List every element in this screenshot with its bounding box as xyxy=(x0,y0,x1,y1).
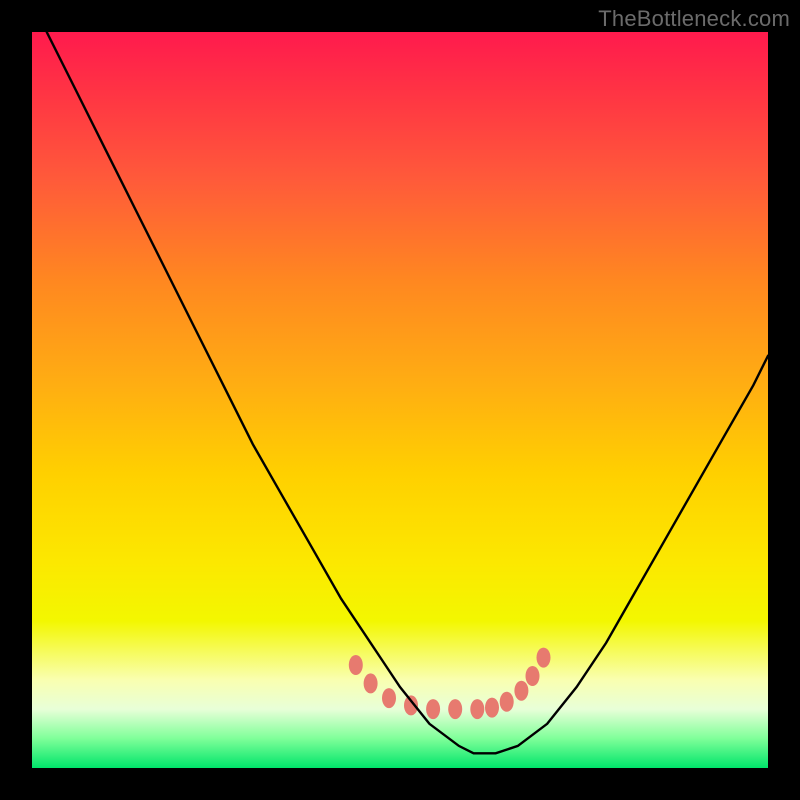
bottleneck-marker xyxy=(514,681,528,701)
bottleneck-marker xyxy=(500,692,514,712)
bottleneck-marker xyxy=(382,688,396,708)
bottleneck-marker xyxy=(426,699,440,719)
bottleneck-marker xyxy=(364,673,378,693)
outer-frame: TheBottleneck.com xyxy=(0,0,800,800)
bottleneck-marker xyxy=(349,655,363,675)
bottleneck-marker xyxy=(526,666,540,686)
bottleneck-curve xyxy=(47,32,768,753)
bottleneck-marker xyxy=(470,699,484,719)
bottleneck-marker xyxy=(485,698,499,718)
bottleneck-marker xyxy=(448,699,462,719)
plot-area xyxy=(32,32,768,768)
chart-overlay xyxy=(32,32,768,768)
watermark-text: TheBottleneck.com xyxy=(598,6,790,32)
bottleneck-marker xyxy=(537,648,551,668)
marker-group xyxy=(349,648,551,720)
